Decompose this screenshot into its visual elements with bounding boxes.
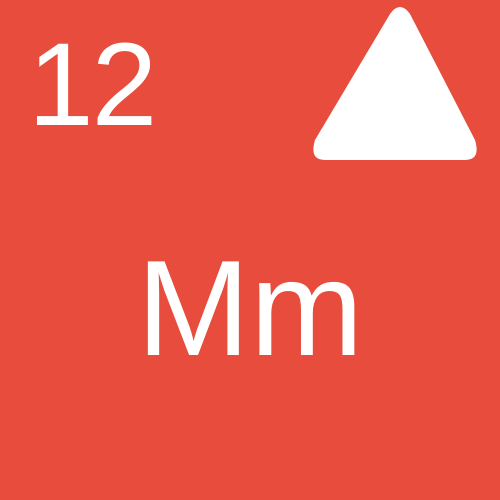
tile: 12 Mm: [0, 0, 500, 500]
tile-symbol: Mm: [136, 232, 364, 384]
tile-number: 12: [28, 19, 157, 151]
triangle-up-icon: [313, 7, 477, 160]
